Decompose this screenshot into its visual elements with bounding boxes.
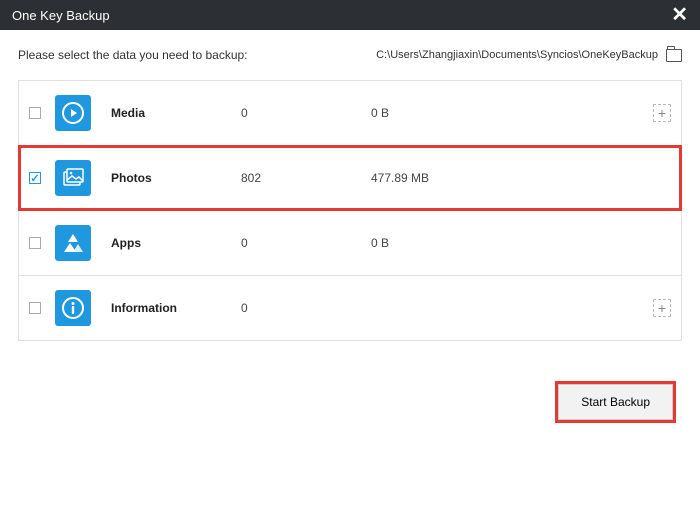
media-icon (55, 95, 91, 131)
size-apps: 0 B (371, 236, 671, 250)
close-icon[interactable]: ✕ (671, 5, 688, 25)
checkbox-information[interactable] (29, 302, 41, 314)
list-item-apps: Apps 0 0 B (19, 211, 681, 276)
checkbox-apps[interactable] (29, 237, 41, 249)
list-item-photos: ✓ Photos 802 477.89 MB (19, 146, 681, 211)
count-information: 0 (241, 301, 371, 315)
label-apps: Apps (111, 236, 241, 250)
count-apps: 0 (241, 236, 371, 250)
expand-icon[interactable]: + (653, 104, 671, 122)
checkbox-photos[interactable]: ✓ (29, 172, 41, 184)
label-photos: Photos (111, 171, 241, 185)
backup-path: C:\Users\Zhangjiaxin\Documents\Syncios\O… (376, 49, 658, 61)
start-backup-button[interactable]: Start Backup (558, 384, 673, 420)
label-media: Media (111, 106, 241, 120)
size-media: 0 B (371, 106, 653, 120)
window-titlebar: One Key Backup ✕ (0, 0, 700, 30)
expand-icon[interactable]: + (653, 299, 671, 317)
photos-icon (55, 160, 91, 196)
folder-icon[interactable] (666, 49, 682, 62)
size-photos: 477.89 MB (371, 171, 671, 185)
backup-category-list: Media 0 0 B + ✓ Photos 802 477.89 MB App… (18, 80, 682, 341)
apps-icon (55, 225, 91, 261)
count-media: 0 (241, 106, 371, 120)
start-backup-highlight: Start Backup (555, 381, 676, 423)
list-item-media: Media 0 0 B + (19, 81, 681, 146)
info-icon (55, 290, 91, 326)
list-item-information: Information 0 + (19, 276, 681, 340)
label-information: Information (111, 301, 241, 315)
instruction-text: Please select the data you need to backu… (18, 48, 248, 62)
checkbox-media[interactable] (29, 107, 41, 119)
count-photos: 802 (241, 171, 371, 185)
window-title: One Key Backup (12, 8, 110, 23)
